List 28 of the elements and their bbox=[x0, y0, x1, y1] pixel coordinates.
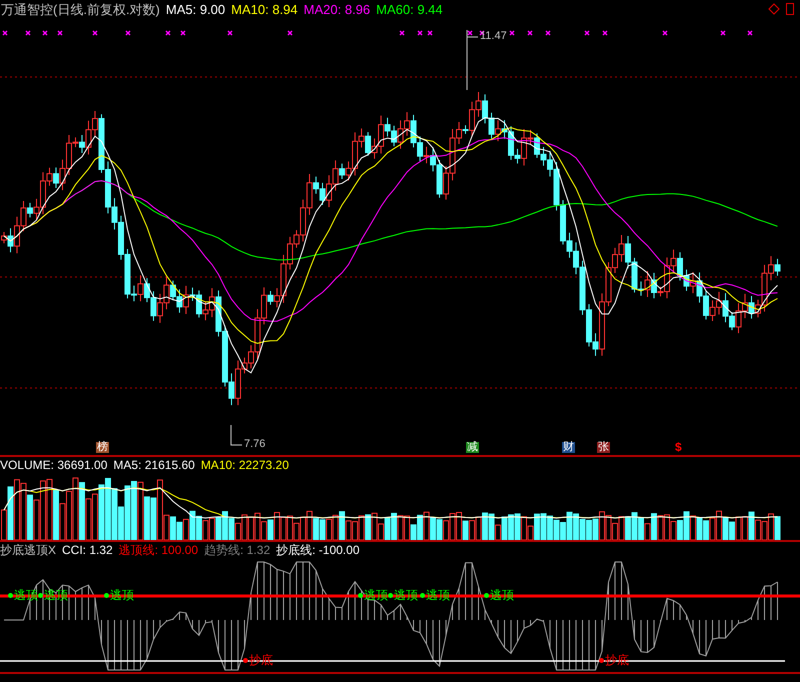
moving-average-value: MA20: 8.96 bbox=[304, 2, 370, 16]
signal-label: 逃顶 bbox=[394, 589, 418, 601]
event-badge[interactable]: 榜 bbox=[96, 442, 109, 453]
diamond-icon[interactable] bbox=[768, 3, 780, 15]
leader-line bbox=[230, 424, 242, 446]
volume-value: MA10: 22273.20 bbox=[200, 458, 289, 470]
window-icon[interactable] bbox=[786, 3, 794, 15]
volume-value: VOLUME: 36691.00 bbox=[0, 458, 108, 470]
indicator-value: 逃顶线: 100.00 bbox=[118, 544, 198, 556]
volume-value: MA5: 21615.60 bbox=[113, 458, 195, 470]
indicator-value: 抄底线: -100.00 bbox=[276, 544, 360, 556]
moving-average-value: MA60: 9.44 bbox=[376, 2, 443, 16]
dividend-mark[interactable]: $ bbox=[675, 441, 682, 453]
high-price-label: 11.47 bbox=[480, 31, 507, 42]
moving-average-value: MA5: 9.00 bbox=[166, 2, 226, 16]
signal-label: 逃顶 bbox=[426, 589, 450, 601]
moving-average-value: MA10: 8.94 bbox=[231, 2, 298, 16]
low-price-label: 7.76 bbox=[244, 439, 266, 450]
signal-label: 逃顶 bbox=[490, 589, 514, 601]
leader-line bbox=[466, 30, 478, 90]
chart-title: 万通智控(日线.前复权.对数) bbox=[1, 2, 160, 16]
event-badge[interactable]: 财 bbox=[562, 442, 575, 453]
signal-label: 逃顶 bbox=[110, 589, 134, 601]
indicator-value: CCI: 1.32 bbox=[62, 544, 113, 556]
indicator-value: 抄底逃顶X bbox=[0, 544, 56, 556]
event-badge[interactable]: 减 bbox=[466, 442, 479, 453]
indicator-value: 趋势线: 1.32 bbox=[204, 544, 270, 556]
event-badge[interactable]: 张 bbox=[597, 442, 610, 453]
